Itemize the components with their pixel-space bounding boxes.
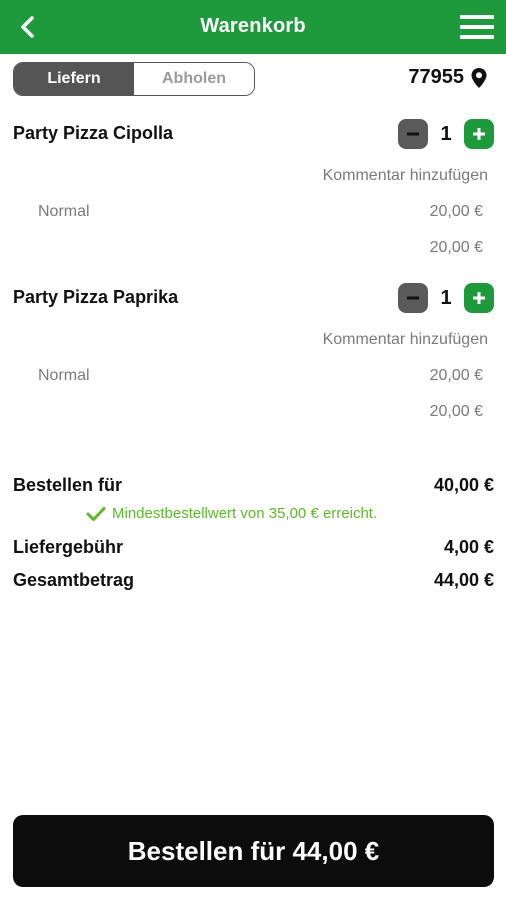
min-order-text: Mindestbestellwert von 35,00 € erreicht. xyxy=(112,505,378,522)
toggle-liefern[interactable]: Liefern xyxy=(14,63,134,95)
zip-code: 77955 xyxy=(408,66,464,88)
item-line-total: 20,00 € xyxy=(429,403,483,420)
subtotal-label: Bestellen für xyxy=(13,475,123,495)
variant-price: 20,00 € xyxy=(429,367,483,384)
quantity-stepper: 1 xyxy=(398,283,494,313)
minus-icon xyxy=(407,132,419,136)
increase-quantity-button[interactable] xyxy=(464,283,494,313)
item-name: Party Pizza Paprika xyxy=(13,287,179,307)
toggle-abholen[interactable]: Abholen xyxy=(134,63,254,95)
map-pin-icon xyxy=(471,67,487,88)
total-label: Gesamtbetrag xyxy=(13,570,135,590)
subtotal-row: Bestellen für 40,00 € xyxy=(13,475,494,496)
total-value: 44,00 € xyxy=(433,570,494,590)
delivery-fee-value: 4,00 € xyxy=(443,537,494,557)
quantity-value: 1 xyxy=(440,286,452,309)
place-order-button[interactable]: Bestellen für 44,00 € xyxy=(13,815,494,887)
item-variant: Normal xyxy=(38,367,90,384)
total-row: Gesamtbetrag 44,00 € xyxy=(13,570,494,591)
add-comment-link[interactable]: Kommentar hinzufügen xyxy=(323,331,488,349)
min-order-note: Mindestbestellwert von 35,00 € erreicht. xyxy=(86,505,377,522)
delivery-fee-row: Liefergebühr 4,00 € xyxy=(13,537,494,558)
add-comment-link[interactable]: Kommentar hinzufügen xyxy=(323,167,488,185)
delivery-fee-label: Liefergebühr xyxy=(13,537,124,557)
plus-icon xyxy=(473,292,485,304)
quantity-stepper: 1 xyxy=(398,119,494,149)
item-variant: Normal xyxy=(38,203,90,220)
subtotal-value: 40,00 € xyxy=(433,475,494,495)
hamburger-menu-icon[interactable] xyxy=(460,14,494,40)
item-line-total: 20,00 € xyxy=(429,239,483,256)
variant-price: 20,00 € xyxy=(429,203,483,220)
increase-quantity-button[interactable] xyxy=(464,119,494,149)
plus-icon xyxy=(473,128,485,140)
app-bar: Warenkorb xyxy=(0,0,506,54)
location-zip[interactable]: 77955 xyxy=(408,66,488,89)
decrease-quantity-button[interactable] xyxy=(398,119,428,149)
delivery-mode-toggle: Liefern Abholen xyxy=(13,62,255,96)
minus-icon xyxy=(407,296,419,300)
page-title: Warenkorb xyxy=(200,15,306,37)
checkmark-icon xyxy=(86,506,106,521)
decrease-quantity-button[interactable] xyxy=(398,283,428,313)
item-name: Party Pizza Cipolla xyxy=(13,123,174,143)
quantity-value: 1 xyxy=(440,122,452,145)
